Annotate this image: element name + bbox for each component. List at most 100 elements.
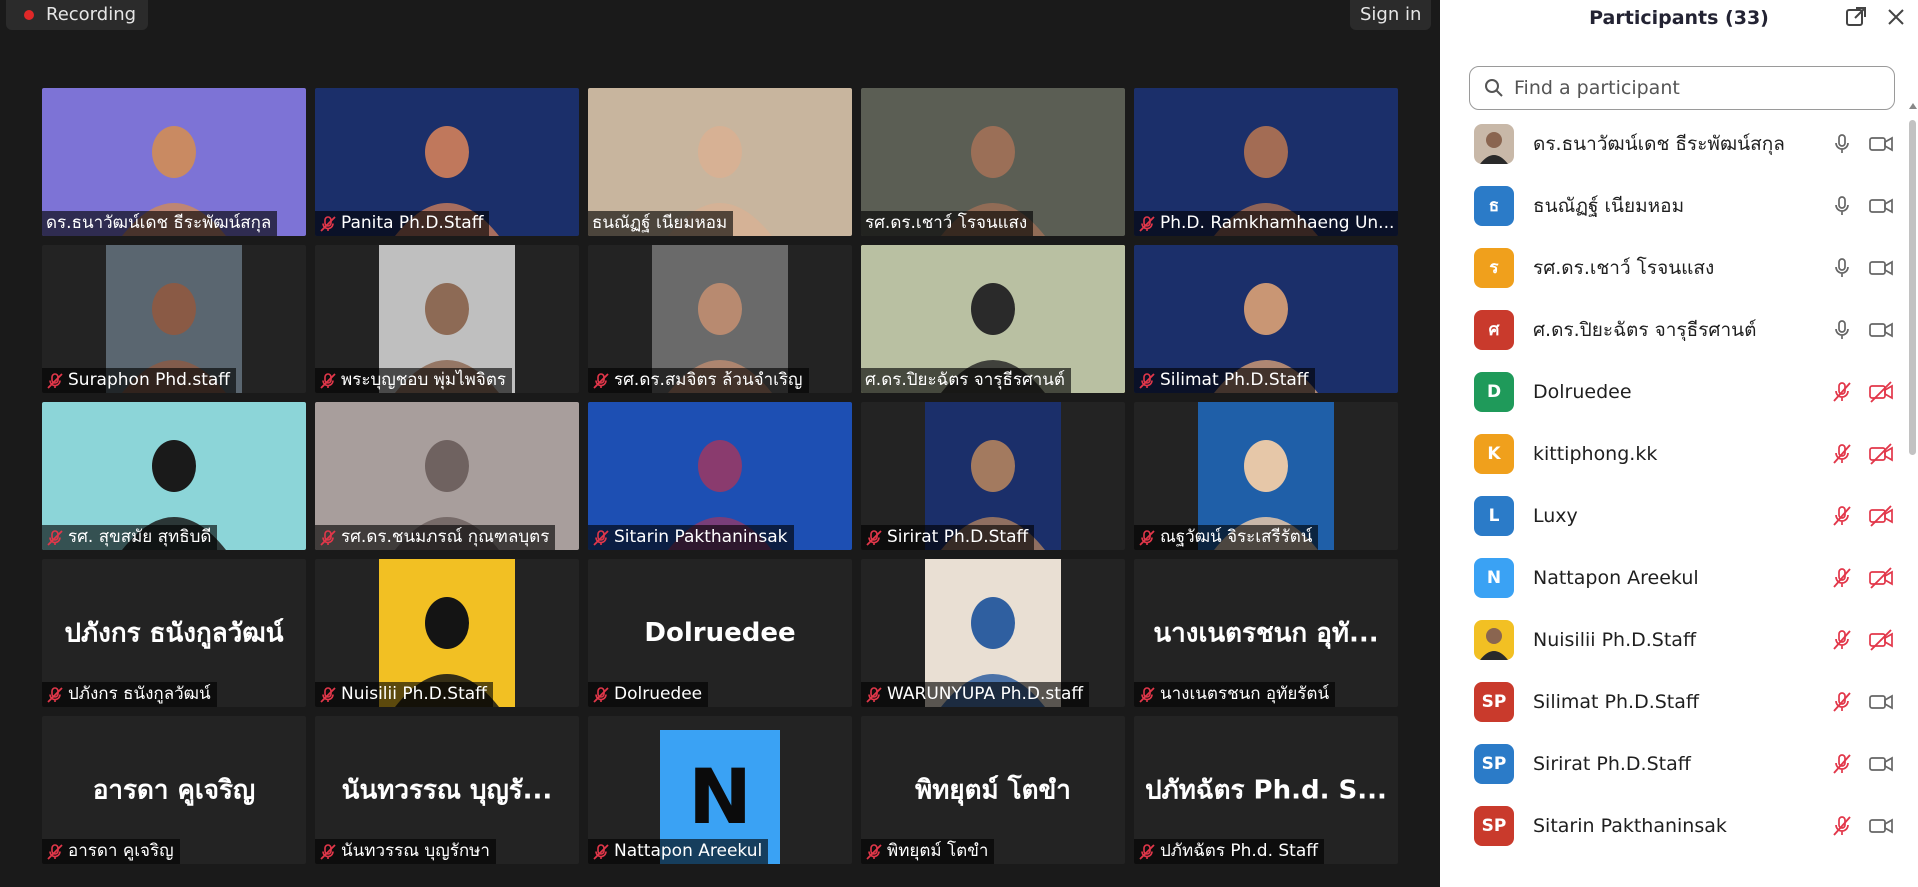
video-tile[interactable]: Dolruedee Dolruedee (588, 559, 852, 707)
camera-off-icon[interactable] (1868, 566, 1894, 590)
participant-row[interactable]: ศ ศ.ดร.ปิยะฉัตร จารุธีรศานต์ (1440, 299, 1902, 361)
camera-off-icon[interactable] (1868, 442, 1894, 466)
name-tag: ณฐวัฒน์ จิระเสรีรัตน์ (1134, 525, 1319, 550)
camera-off-icon[interactable] (1868, 380, 1894, 404)
participant-name: Silimat Ph.D.Staff (1533, 691, 1699, 713)
camera-off-icon[interactable] (1868, 628, 1894, 652)
camera-icon[interactable] (1868, 132, 1894, 156)
participant-row[interactable]: SP Silimat Ph.D.Staff (1440, 671, 1902, 733)
participant-row[interactable]: ธ ธนณัฏฐ์ เนียมหอม (1440, 175, 1902, 237)
mic-off-icon (592, 372, 610, 390)
microphone-muted-icon[interactable] (1830, 628, 1854, 652)
mic-off-icon (865, 529, 883, 547)
name-tag: Suraphon Phd.staff (42, 368, 236, 393)
participant-label: อารดา คูเจริญ (68, 841, 174, 861)
avatar: ศ (1474, 310, 1514, 350)
microphone-muted-icon[interactable] (1830, 566, 1854, 590)
microphone-icon[interactable] (1830, 256, 1854, 280)
video-tile[interactable]: อารดา คูเจริญ อารดา คูเจริญ (42, 716, 306, 864)
video-tile[interactable]: นางเนตรชนก อุทั... นางเนตรชนก อุทัยรัตน์ (1134, 559, 1398, 707)
pop-out-icon[interactable] (1845, 6, 1867, 28)
video-tile[interactable]: ศ.ดร.ปิยะฉัตร จารุธีรศานต์ (861, 245, 1125, 393)
video-tile[interactable]: ดร.ธนาวัฒน์เดช ธีระพัฒน์สกุล (42, 88, 306, 236)
participant-label: Nattapon Areekul (614, 841, 763, 861)
video-tile[interactable]: รศ. สุขสมัย สุทธิบดี (42, 402, 306, 550)
video-tile[interactable]: พิทยุตม์ โตขำ พิทยุตม์ โตขำ (861, 716, 1125, 864)
participant-search[interactable] (1469, 66, 1895, 110)
name-tag: รศ.ดร.เชาว์ โรจนแสง (861, 211, 1034, 236)
participant-row[interactable]: SP Sirirat Ph.D.Staff (1440, 733, 1902, 795)
participant-row[interactable]: ดร.ธนาวัฒน์เดช ธีระพัฒน์สกุล (1440, 113, 1902, 175)
avatar: K (1474, 434, 1514, 474)
camera-icon[interactable] (1868, 256, 1894, 280)
avatar: SP (1474, 744, 1514, 784)
participant-row[interactable]: Kkittiphong.kk (1440, 423, 1902, 485)
name-tag: ปภังกร ธนังกูลวัฒน์ (42, 682, 217, 707)
participant-row[interactable]: L Luxy (1440, 485, 1902, 547)
video-tile[interactable]: พระบุญชอบ พุ่มไพจิตร (315, 245, 579, 393)
participant-label: Suraphon Phd.staff (68, 370, 230, 390)
video-tile[interactable]: รศ.ดร.ชนมภรณ์ กุณฑลบุตร (315, 402, 579, 550)
microphone-icon[interactable] (1830, 318, 1854, 342)
camera-icon[interactable] (1868, 814, 1894, 838)
close-icon[interactable] (1886, 7, 1906, 27)
participant-display-name: นางเนตรชนก อุทั... (1153, 618, 1379, 649)
meeting-gallery: Recording Sign in ดร.ธนาวัฒน์เดช ธีระพัฒ… (0, 0, 1440, 887)
microphone-icon[interactable] (1830, 132, 1854, 156)
camera-off-icon[interactable] (1868, 504, 1894, 528)
video-tile[interactable]: WARUNYUPA Ph.D.staff (861, 559, 1125, 707)
participant-label: รศ.ดร.เชาว์ โรจนแสง (865, 213, 1028, 233)
mic-off-icon (592, 843, 610, 861)
name-tag: อารดา คูเจริญ (42, 839, 180, 864)
video-tile[interactable]: ปภังกร ธนังกูลวัฒน์ ปภังกร ธนังกูลวัฒน์ (42, 559, 306, 707)
participant-row[interactable]: D Dolruedee (1440, 361, 1902, 423)
video-tile[interactable]: รศ.ดร.สมจิตร ล้วนจำเริญ (588, 245, 852, 393)
video-tile[interactable]: ปภัทฉัตร Ph.d. S... ปภัทฉัตร Ph.d. Staff (1134, 716, 1398, 864)
microphone-muted-icon[interactable] (1830, 504, 1854, 528)
record-dot-icon (24, 10, 34, 20)
video-tile[interactable]: Ph.D. Ramkhamhaeng Un... (1134, 88, 1398, 236)
microphone-muted-icon[interactable] (1830, 380, 1854, 404)
microphone-muted-icon[interactable] (1830, 752, 1854, 776)
camera-icon[interactable] (1868, 318, 1894, 342)
camera-icon[interactable] (1868, 690, 1894, 714)
avatar: D (1474, 372, 1514, 412)
scroll-up-icon[interactable] (1909, 103, 1917, 109)
participant-label: ณฐวัฒน์ จิระเสรีรัตน์ (1160, 527, 1313, 547)
mic-off-icon (865, 843, 883, 861)
microphone-muted-icon[interactable] (1830, 814, 1854, 838)
video-tile[interactable]: ธนณัฏฐ์ เนียมหอม (588, 88, 852, 236)
microphone-icon[interactable] (1830, 194, 1854, 218)
sign-in-button[interactable]: Sign in (1350, 0, 1432, 30)
name-tag: ศ.ดร.ปิยะฉัตร จารุธีรศานต์ (861, 368, 1071, 393)
mic-off-icon (1138, 529, 1156, 547)
video-tile[interactable]: N Nattapon Areekul (588, 716, 852, 864)
video-tile[interactable]: รศ.ดร.เชาว์ โรจนแสง (861, 88, 1125, 236)
mic-off-icon (1138, 843, 1156, 861)
video-tile[interactable]: Suraphon Phd.staff (42, 245, 306, 393)
search-input[interactable] (1512, 76, 1886, 100)
mic-off-icon (592, 686, 610, 704)
video-tile[interactable]: Silimat Ph.D.Staff (1134, 245, 1398, 393)
microphone-muted-icon[interactable] (1830, 690, 1854, 714)
video-tile[interactable]: Sitarin Pakthaninsak (588, 402, 852, 550)
camera-icon[interactable] (1868, 752, 1894, 776)
video-tile[interactable]: Nuisilii Ph.D.Staff (315, 559, 579, 707)
participant-row[interactable]: Nuisilii Ph.D.Staff (1440, 609, 1902, 671)
video-tile[interactable]: นันทวรรณ บุญรั... นันทวรรณ บุญรักษา (315, 716, 579, 864)
name-tag: Dolruedee (588, 682, 709, 707)
mic-off-icon (319, 686, 337, 704)
microphone-muted-icon[interactable] (1830, 442, 1854, 466)
camera-icon[interactable] (1868, 194, 1894, 218)
participant-row[interactable]: ร รศ.ดร.เชาว์ โรจนแสง (1440, 237, 1902, 299)
participant-label: ศ.ดร.ปิยะฉัตร จารุธีรศานต์ (865, 370, 1065, 390)
participant-row[interactable]: N Nattapon Areekul (1440, 547, 1902, 609)
participant-row[interactable]: SP Sitarin Pakthaninsak (1440, 795, 1902, 857)
mic-off-icon (1138, 215, 1156, 233)
video-tile[interactable]: Panita Ph.D.Staff (315, 88, 579, 236)
participant-display-name: อารดา คูเจริญ (92, 775, 256, 806)
recording-indicator[interactable]: Recording (6, 0, 149, 30)
video-tile[interactable]: Sirirat Ph.D.Staff (861, 402, 1125, 550)
video-tile[interactable]: ณฐวัฒน์ จิระเสรีรัตน์ (1134, 402, 1398, 550)
scrollbar-thumb[interactable] (1909, 120, 1916, 455)
